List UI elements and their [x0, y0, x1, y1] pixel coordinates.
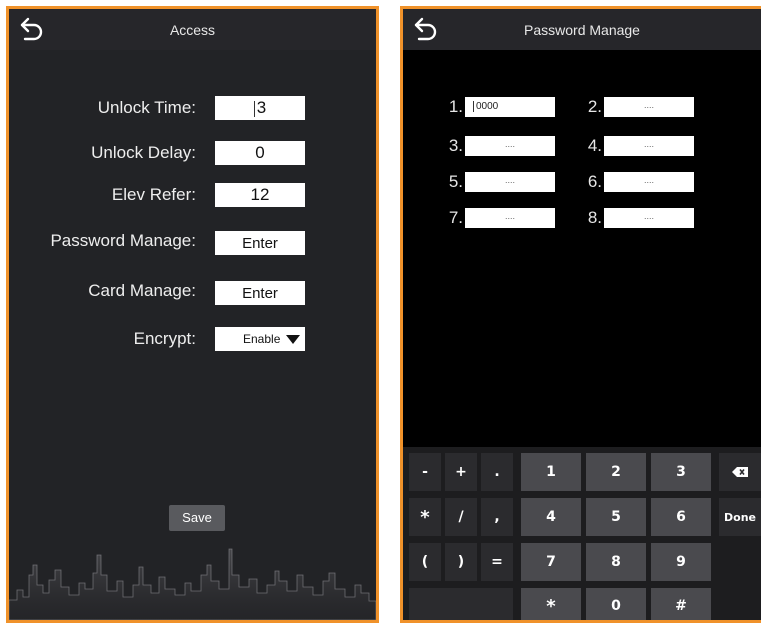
access-screen: Access Unlock Time: 3 Unlock Delay: 0 El…: [6, 6, 379, 623]
key-minus[interactable]: -: [409, 453, 441, 491]
key-comma[interactable]: ,: [481, 498, 513, 536]
password-input-1[interactable]: 0000: [465, 97, 555, 117]
password-manage-screen: Password Manage 1. 0000 2. .... 3. .... …: [400, 6, 761, 623]
done-key[interactable]: Done: [719, 498, 761, 536]
card-manage-row: Card Manage: Enter: [9, 281, 376, 307]
key-5[interactable]: 5: [586, 498, 646, 536]
slot-number: 7.: [448, 208, 463, 227]
slot-number: 6.: [587, 172, 602, 191]
key-9[interactable]: 9: [651, 543, 711, 581]
password-manage-enter-button[interactable]: Enter: [215, 231, 305, 255]
password-input-6[interactable]: ....: [604, 172, 694, 192]
password-manage-label: Password Manage:: [50, 231, 196, 250]
key-asterisk[interactable]: *: [409, 498, 441, 536]
password-manage-row: Password Manage: Enter: [9, 231, 376, 257]
unlock-time-input[interactable]: 3: [215, 96, 305, 120]
slot-number: 4.: [587, 136, 602, 155]
elev-refer-input[interactable]: 12: [215, 183, 305, 207]
password-titlebar: Password Manage: [403, 9, 761, 50]
password-input-7[interactable]: ....: [465, 208, 555, 228]
unlock-time-label: Unlock Time:: [97, 98, 196, 117]
city-skyline-decoration: [9, 548, 376, 620]
card-manage-label: Card Manage:: [88, 281, 196, 300]
save-button[interactable]: Save: [169, 505, 225, 531]
key-open-paren[interactable]: (: [409, 543, 441, 581]
password-input-8[interactable]: ....: [604, 208, 694, 228]
key-0[interactable]: 0: [586, 588, 646, 620]
key-equals[interactable]: =: [481, 543, 513, 581]
backspace-icon: [732, 467, 748, 477]
back-arrow-icon[interactable]: [411, 15, 441, 45]
key-plus[interactable]: +: [445, 453, 477, 491]
slot-number: 8.: [587, 208, 602, 227]
unlock-delay-label: Unlock Delay:: [91, 143, 196, 162]
dropdown-arrow-icon: [286, 335, 300, 344]
unlock-time-row: Unlock Time: 3: [9, 96, 376, 122]
slot-number: 3.: [448, 136, 463, 155]
key-1[interactable]: 1: [521, 453, 581, 491]
elev-refer-row: Elev Refer: 12: [9, 183, 376, 209]
key-star[interactable]: *: [521, 588, 581, 620]
unlock-delay-input[interactable]: 0: [215, 141, 305, 165]
access-titlebar: Access: [9, 9, 376, 50]
backspace-key[interactable]: [719, 453, 761, 491]
key-2[interactable]: 2: [586, 453, 646, 491]
back-arrow-icon[interactable]: [17, 15, 47, 45]
page-title: Password Manage: [524, 21, 640, 38]
key-close-paren[interactable]: ): [445, 543, 477, 581]
encrypt-label: Encrypt:: [133, 329, 196, 348]
encrypt-select[interactable]: Enable: [215, 327, 305, 351]
slot-number: 2.: [587, 97, 602, 116]
key-7[interactable]: 7: [521, 543, 581, 581]
key-6[interactable]: 6: [651, 498, 711, 536]
password-input-5[interactable]: ....: [465, 172, 555, 192]
unlock-delay-row: Unlock Delay: 0: [9, 141, 376, 167]
key-3[interactable]: 3: [651, 453, 711, 491]
blank-key[interactable]: [409, 588, 513, 620]
key-hash[interactable]: #: [651, 588, 711, 620]
slot-number: 1.: [448, 97, 463, 116]
key-period[interactable]: .: [481, 453, 513, 491]
encrypt-row: Encrypt: Enable: [9, 327, 376, 353]
key-4[interactable]: 4: [521, 498, 581, 536]
numeric-keyboard: - + . 1 2 3 * / , 4 5 6 Done ( ) = 7 8 9…: [403, 447, 761, 620]
password-input-2[interactable]: ....: [604, 97, 694, 117]
password-input-4[interactable]: ....: [604, 136, 694, 156]
slot-number: 5.: [448, 172, 463, 191]
password-input-3[interactable]: ....: [465, 136, 555, 156]
key-8[interactable]: 8: [586, 543, 646, 581]
key-slash[interactable]: /: [445, 498, 477, 536]
page-title: Access: [169, 21, 216, 38]
card-manage-enter-button[interactable]: Enter: [215, 281, 305, 305]
encrypt-selected-value: Enable: [243, 332, 281, 346]
elev-refer-label: Elev Refer:: [111, 185, 196, 204]
